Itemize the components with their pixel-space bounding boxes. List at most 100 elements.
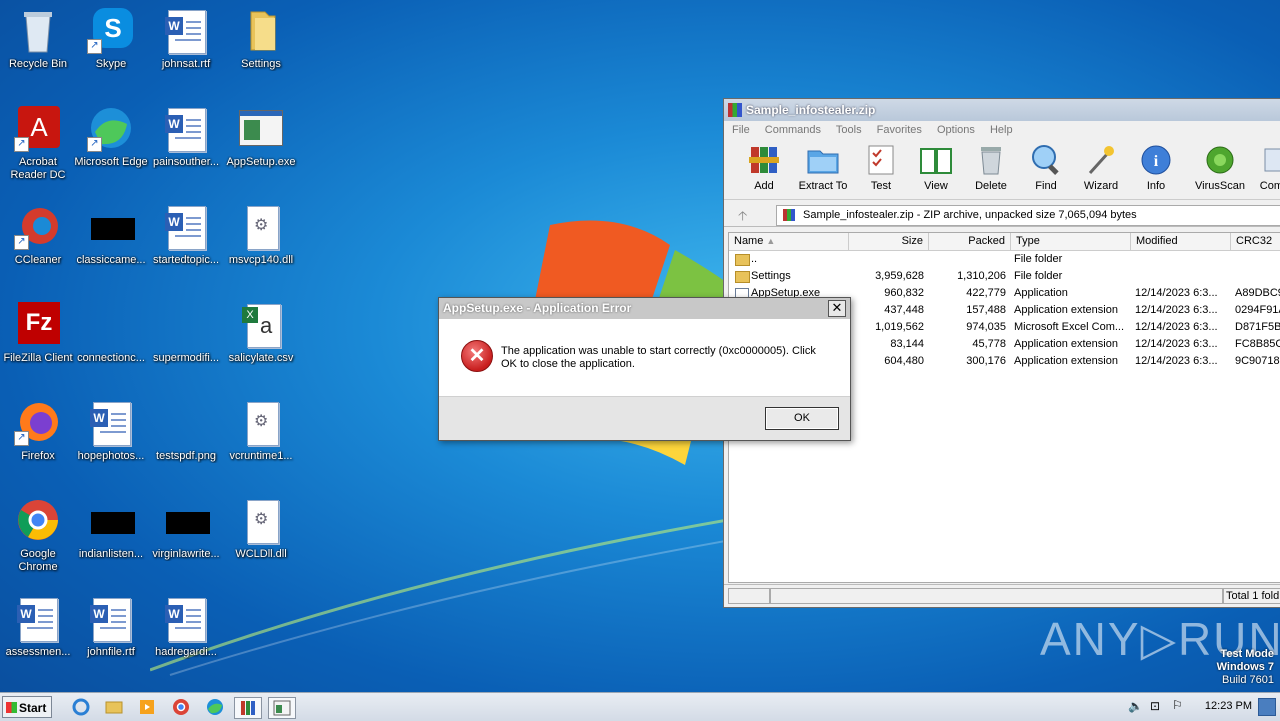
winrar-title: Sample_infostealer.zip [746,103,876,117]
file-packed [929,251,1006,268]
desktop-icon-acrobat[interactable]: A ↗ Acrobat Reader DC [0,106,76,182]
desktop-icon-indianlisten[interactable]: indianlisten... [73,498,149,561]
taskbar-media-player[interactable] [134,697,160,717]
desktop-icon-supermodifi[interactable]: supermodifi... [148,302,224,365]
dialog-close-button[interactable]: ✕ [828,300,846,317]
desktop-icon-assessment[interactable]: W assessmen... [0,596,76,659]
desktop-icon-skype[interactable]: S ↗ Skype [73,8,149,71]
folder-icon [237,8,285,54]
test-button[interactable]: Test [853,141,909,192]
desktop-icon-connectionc[interactable]: connectionc... [73,302,149,365]
desktop-icon-label: hadregardi... [155,646,217,658]
find-button[interactable]: Find [1018,141,1074,192]
delete-button[interactable]: Delete [963,141,1019,192]
archive-path-field[interactable]: Sample_infostealer.zip - ZIP archive, un… [776,205,1280,226]
up-arrow-icon[interactable]: 🡡 [738,207,747,229]
desktop-icon-label: vcruntime1... [229,450,293,462]
column-name[interactable]: Name ▲ [729,233,849,250]
desktop-icon-startedtopic[interactable]: W startedtopic... [148,204,224,267]
desktop-icon-wcldll[interactable]: ⚙ WCLDll.dll [223,498,299,561]
info-button[interactable]: i Info [1128,141,1184,192]
column-size[interactable]: Size [849,233,929,250]
clock[interactable]: 12:23 PM [1205,700,1252,712]
desktop-icon-label: connectionc... [77,352,145,364]
comment-button[interactable]: Comm [1256,141,1280,192]
menu-file[interactable]: File [732,124,750,136]
menu-commands[interactable]: Commands [765,124,821,136]
redacted-file-icon [87,204,135,250]
virusscan-label: VirusScan [1195,180,1245,192]
drive-key-icon[interactable] [728,588,770,604]
volume-icon[interactable]: 🔈 [1128,699,1143,713]
start-button[interactable]: Start [2,696,52,718]
ok-button[interactable]: OK [765,407,839,430]
file-row[interactable]: .. File folder [729,251,1280,268]
desktop-icon-firefox[interactable]: ↗ Firefox [0,400,76,463]
taskbar-explorer[interactable] [101,697,127,717]
filezilla-icon: Fz [14,302,62,348]
test-checklist-icon [864,143,898,177]
desktop-icon-vcruntime[interactable]: ⚙ vcruntime1... [223,400,299,463]
desktop-icon-johnsat[interactable]: W johnsat.rtf [148,8,224,71]
desktop-icon-johnfile[interactable]: W johnfile.rtf [73,596,149,659]
extract-to-button[interactable]: Extract To [795,141,851,192]
desktop-icon-label: Acrobat Reader DC [10,156,66,181]
desktop-icon-ccleaner[interactable]: ↗ CCleaner [0,204,76,267]
skype-icon: S ↗ [87,8,135,54]
menu-help[interactable]: Help [990,124,1013,136]
taskbar-edge[interactable] [202,697,228,717]
file-modified: 12/14/2023 6:3... [1135,338,1218,350]
virusscan-button[interactable]: VirusScan [1192,141,1248,192]
address-bar: 🡡 Sample_infostealer.zip - ZIP archive, … [724,204,1280,227]
desktop-icon-chrome[interactable]: Google Chrome [0,498,76,574]
wizard-button[interactable]: Wizard [1073,141,1129,192]
desktop-icon-label: assessmen... [5,646,71,658]
desktop-icon-label: startedtopic... [152,254,220,266]
column-modified[interactable]: Modified [1131,233,1231,250]
desktop-icon-classiccame[interactable]: classiccame... [73,204,149,267]
show-desktop-icon[interactable] [1258,698,1276,716]
taskbar-chrome[interactable] [168,697,194,717]
desktop-icon-painsouther[interactable]: W painsouther... [148,106,224,169]
column-type[interactable]: Type [1011,233,1131,250]
taskbar-appsetup[interactable] [268,697,296,719]
redacted-file-icon [162,498,210,544]
winrar-titlebar[interactable]: Sample_infostealer.zip [724,99,1280,121]
desktop-icon-label: AppSetup.exe [226,156,296,168]
menu-favorites[interactable]: Favorites [877,124,922,136]
taskbar-ie[interactable] [68,697,94,717]
desktop-icon-virginlawrite[interactable]: virginlawrite... [148,498,224,561]
action-center-flag-icon[interactable]: ⚐ [1172,698,1183,712]
dialog-titlebar[interactable]: AppSetup.exe - Application Error ✕ [439,298,850,319]
view-label: View [924,180,948,192]
desktop-icon-appsetup[interactable]: AppSetup.exe [223,106,299,169]
desktop-icon-hadregardi[interactable]: W hadregardi... [148,596,224,659]
column-crc32[interactable]: CRC32 [1231,233,1280,250]
file-size: 1,019,562 [875,321,924,333]
network-icon[interactable]: ⊡ [1150,699,1160,713]
menu-tools[interactable]: Tools [836,124,862,136]
desktop-icon-label: salicylate.csv [228,352,294,364]
desktop-icon-edge[interactable]: ↗ Microsoft Edge [73,106,149,169]
desktop-icon-label: FileZilla Client [3,352,73,364]
desktop-icon-settings-folder[interactable]: Settings [223,8,299,71]
desktop-icon-testspdf[interactable]: testspdf.png [148,400,224,463]
file-packed: 300,176 [966,355,1006,367]
test-mode-line: Test Mode [1220,648,1274,660]
view-button[interactable]: View [908,141,964,192]
desktop-icon-salicylate[interactable]: Xa salicylate.csv [223,302,299,365]
desktop-icon-label: Firefox [21,450,55,462]
file-row[interactable]: Settings 3,959,628 1,310,206 File folder [729,268,1280,285]
desktop-icon-hopephotos[interactable]: W hopephotos... [73,400,149,463]
desktop-icon-filezilla[interactable]: Fz FileZilla Client [0,302,76,365]
file-size: 437,448 [884,304,924,316]
add-button[interactable]: Add [736,141,792,192]
recycle-bin-icon [14,8,62,54]
column-packed[interactable]: Packed [929,233,1011,250]
menu-options[interactable]: Options [937,124,975,136]
desktop-icon-recycle-bin[interactable]: Recycle Bin [0,8,76,71]
word-document-icon: W [14,596,62,642]
application-error-dialog[interactable]: AppSetup.exe - Application Error ✕ ✕ The… [438,297,851,441]
taskbar-winrar[interactable] [234,697,262,719]
desktop-icon-msvcp140[interactable]: ⚙ msvcp140.dll [223,204,299,267]
